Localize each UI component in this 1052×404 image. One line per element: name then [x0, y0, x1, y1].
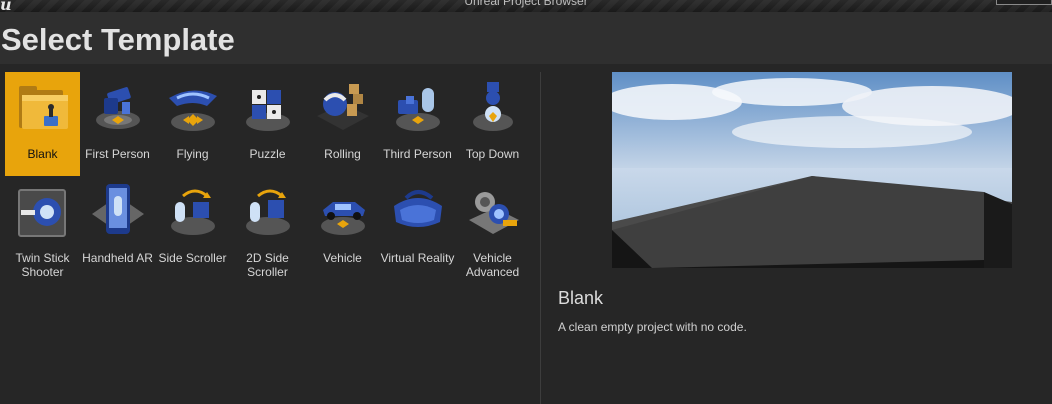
vr-headset-icon	[388, 180, 448, 244]
title-bar: u Unreal Project Browser	[0, 0, 1052, 12]
template-label: Puzzle	[249, 147, 286, 161]
template-tile-2d-side-scroller[interactable]: 2D Side Scroller	[230, 176, 305, 280]
template-label: Handheld AR	[82, 251, 153, 265]
template-label: Vehicle Advanced	[465, 251, 520, 279]
template-tile-flying[interactable]: Flying	[155, 72, 230, 176]
handheld-ar-icon	[88, 180, 148, 244]
template-tile-virtual-reality[interactable]: Virtual Reality	[380, 176, 455, 280]
template-tile-vehicle-advanced[interactable]: Vehicle Advanced	[455, 176, 530, 280]
template-preview-image	[612, 72, 1012, 268]
first-person-icon	[88, 76, 148, 140]
page-title: Select Template	[1, 22, 235, 57]
template-tile-blank[interactable]: Blank	[5, 72, 80, 176]
template-tile-side-scroller[interactable]: Side Scroller	[155, 176, 230, 280]
template-tile-twin-stick-shooter[interactable]: Twin Stick Shooter	[5, 176, 80, 280]
template-label: Rolling	[324, 147, 361, 161]
flying-icon	[163, 76, 223, 140]
side-scroller-icon	[163, 180, 223, 244]
template-label: Twin Stick Shooter	[15, 251, 70, 279]
template-tile-top-down[interactable]: Top Down	[455, 72, 530, 176]
template-label: Third Person	[383, 147, 452, 161]
selected-template-description: A clean empty project with no code.	[558, 320, 747, 334]
template-tile-rolling[interactable]: Rolling	[305, 72, 380, 176]
template-details: Blank A clean empty project with no code…	[541, 64, 1052, 404]
2d-side-scroller-icon	[238, 180, 298, 244]
template-tile-handheld-ar[interactable]: Handheld AR	[80, 176, 155, 280]
third-person-icon	[388, 76, 448, 140]
window-title: Unreal Project Browser	[464, 0, 588, 8]
template-label: Blank	[27, 147, 58, 161]
template-grid: Blank First Person Flying Puzzle Rolling…	[0, 64, 540, 404]
template-label: 2D Side Scroller	[246, 251, 289, 279]
template-tile-vehicle[interactable]: Vehicle	[305, 176, 380, 280]
rolling-icon	[313, 76, 373, 140]
template-tile-first-person[interactable]: First Person	[80, 72, 155, 176]
window-controls[interactable]	[996, 0, 1052, 5]
vehicle-icon	[313, 180, 373, 244]
twin-stick-icon	[13, 180, 73, 244]
selected-template-name: Blank	[558, 288, 604, 308]
template-label: Side Scroller	[158, 251, 227, 265]
puzzle-icon	[238, 76, 298, 140]
top-down-icon	[463, 76, 523, 140]
template-label: Vehicle	[323, 251, 362, 265]
template-tile-puzzle[interactable]: Puzzle	[230, 72, 305, 176]
template-tile-third-person[interactable]: Third Person	[380, 72, 455, 176]
template-label: Virtual Reality	[380, 251, 455, 265]
folder-icon	[13, 76, 73, 140]
header: Select Template	[0, 12, 1052, 64]
vehicle-advanced-icon	[463, 180, 523, 244]
template-label: Top Down	[465, 147, 520, 161]
template-label: First Person	[85, 147, 150, 161]
template-label: Flying	[176, 147, 209, 161]
